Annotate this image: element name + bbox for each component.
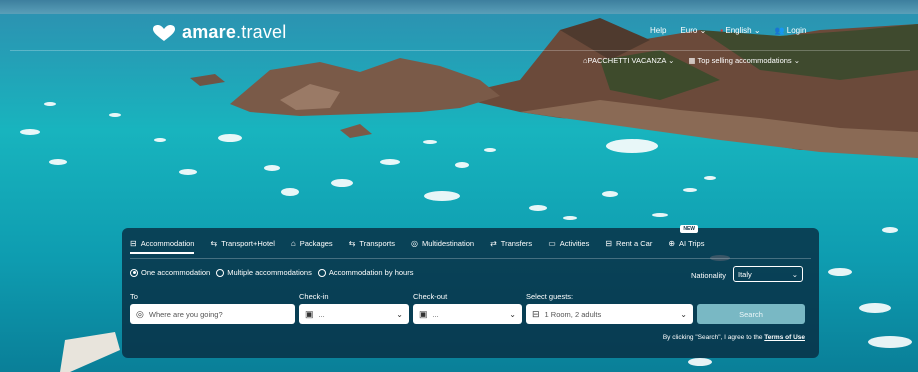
transport-hotel-icon: ⇆ bbox=[210, 238, 218, 248]
chevron-down-icon: ⌄ bbox=[699, 26, 707, 35]
radio-one-accommodation[interactable]: One accommodation bbox=[130, 268, 210, 277]
bed-icon: ⊟ bbox=[130, 238, 137, 248]
tab-label: AI Trips bbox=[679, 238, 705, 248]
currency-selector[interactable]: Euro ⌄ bbox=[680, 26, 706, 35]
location-pin-icon: ◎ bbox=[136, 308, 144, 319]
top-nav: Help Euro ⌄ ▪ English ⌄ 👥 Login bbox=[650, 26, 806, 35]
tab-label: Transports bbox=[359, 238, 395, 248]
chevron-down-icon: ⌄ bbox=[680, 309, 687, 319]
tab-label: Packages bbox=[299, 238, 333, 248]
language-selector[interactable]: ▪ English ⌄ bbox=[720, 26, 760, 35]
checkout-label: Check-out bbox=[413, 292, 448, 301]
login-label: Login bbox=[786, 26, 807, 35]
tab-packages[interactable]: ⌂ Packages bbox=[291, 234, 333, 252]
terms-of-use-link[interactable]: Terms of Use bbox=[764, 334, 805, 341]
checkout-field[interactable]: ▣... ⌄ bbox=[413, 304, 522, 324]
calendar-icon: ▣ bbox=[419, 308, 428, 319]
radio-label: One accommodation bbox=[141, 268, 211, 277]
tab-label: Transport+Hotel bbox=[221, 238, 275, 248]
destination-input[interactable]: ◎ Where are you going? bbox=[130, 304, 295, 324]
currency-label: Euro bbox=[680, 26, 698, 35]
calendar-icon: ▣ bbox=[305, 308, 314, 319]
tab-activities[interactable]: ▭ Activities bbox=[548, 234, 589, 252]
chevron-down-icon: ⌄ bbox=[753, 26, 761, 35]
building-icon: ▦ bbox=[688, 56, 696, 65]
packages-menu[interactable]: ⌂PACCHETTI VACANZA ⌄ bbox=[583, 56, 674, 65]
chevron-down-icon: ⌄ bbox=[791, 269, 798, 279]
tab-label: Multidestination bbox=[421, 238, 475, 248]
tab-label: Accommodation bbox=[140, 238, 195, 248]
chevron-down-icon: ⌄ bbox=[793, 56, 801, 65]
search-button[interactable]: Search bbox=[697, 304, 805, 324]
search-tabs: ⊟ Accommodation ⇆ Transport+Hotel ⌂ Package… bbox=[130, 225, 720, 254]
tab-label: Rent a Car bbox=[616, 238, 653, 248]
bed-icon: ⊟ bbox=[532, 308, 540, 319]
checkin-value: ... bbox=[318, 309, 325, 319]
top-selling-menu[interactable]: ▦ Top selling accommodations ⌄ bbox=[688, 56, 800, 65]
chevron-down-icon: ⌄ bbox=[668, 56, 675, 65]
guests-field[interactable]: ⊟ 1 Room, 2 adults ⌄ bbox=[526, 304, 693, 324]
to-label: To bbox=[130, 292, 138, 301]
tab-ai-trips[interactable]: NEW ⊕ AI Trips bbox=[668, 225, 705, 252]
new-badge: NEW bbox=[680, 225, 698, 233]
radio-label: Accommodation by hours bbox=[328, 268, 414, 277]
radio-unchecked-icon bbox=[216, 268, 225, 277]
chevron-down-icon: ⌄ bbox=[509, 309, 516, 319]
tab-label: Activities bbox=[559, 238, 590, 248]
tab-label: Transfers bbox=[500, 238, 533, 248]
tab-accommodation[interactable]: ⊟ Accommodation bbox=[130, 234, 195, 254]
brand-logo[interactable]: amare.travel bbox=[152, 22, 286, 43]
tab-multidestination[interactable]: ◎ Multidestination bbox=[411, 234, 474, 252]
car-icon: ⊟ bbox=[605, 238, 613, 248]
checkin-label: Check-in bbox=[299, 292, 329, 301]
destination-placeholder: Where are you going? bbox=[148, 309, 223, 319]
checkin-field[interactable]: ▣... ⌄ bbox=[299, 304, 409, 324]
radio-unchecked-icon bbox=[317, 268, 326, 277]
terms-text: By clicking "Search", I agree to the bbox=[662, 334, 763, 341]
brand-name: amare.travel bbox=[182, 22, 287, 42]
tab-rent-a-car[interactable]: ⊟ Rent a Car bbox=[605, 234, 652, 252]
ticket-icon: ▭ bbox=[548, 238, 556, 248]
header-divider bbox=[10, 50, 910, 51]
guests-value: 1 Room, 2 adults bbox=[544, 309, 602, 319]
sub-nav: ⌂PACCHETTI VACANZA ⌄ ▦ Top selling accom… bbox=[583, 56, 800, 65]
heart-logo-icon bbox=[153, 24, 175, 41]
ai-icon: ⊕ bbox=[668, 238, 676, 248]
user-icon: 👥 bbox=[774, 26, 785, 35]
accommodation-type-options: One accommodation Multiple accommodation… bbox=[130, 268, 413, 277]
tabs-divider bbox=[130, 258, 811, 259]
pin-icon: ◎ bbox=[410, 238, 418, 248]
nationality-select[interactable]: Italy ⌄ bbox=[733, 266, 803, 282]
checkout-value: ... bbox=[432, 309, 439, 319]
search-panel: ⊟ Accommodation ⇆ Transport+Hotel ⌂ Package… bbox=[122, 225, 819, 358]
radio-multiple-accommodations[interactable]: Multiple accommodations bbox=[216, 268, 312, 277]
top-selling-label: Top selling accommodations bbox=[697, 56, 792, 65]
tab-transport-hotel[interactable]: ⇆ Transport+Hotel bbox=[210, 234, 274, 252]
tab-transfers[interactable]: ⇄ Transfers bbox=[490, 234, 532, 252]
chevron-down-icon: ⌄ bbox=[396, 309, 403, 319]
transport-icon: ⇆ bbox=[348, 238, 356, 248]
terms-notice: By clicking "Search", I agree to the Ter… bbox=[663, 334, 805, 341]
language-label: English bbox=[725, 26, 752, 35]
tab-transports[interactable]: ⇆ Transports bbox=[349, 234, 395, 252]
transfer-icon: ⇄ bbox=[490, 238, 497, 248]
package-icon: ⌂ bbox=[290, 238, 296, 248]
radio-accommodation-by-hours[interactable]: Accommodation by hours bbox=[317, 268, 414, 277]
nationality-value: Italy bbox=[738, 269, 752, 279]
uk-flag-icon: ▪ bbox=[720, 26, 724, 35]
guests-label: Select guests: bbox=[526, 292, 574, 301]
help-link[interactable]: Help bbox=[650, 26, 666, 35]
packages-label: PACCHETTI VACANZA bbox=[587, 56, 667, 65]
login-button[interactable]: 👥 Login bbox=[775, 26, 807, 35]
radio-checked-icon bbox=[130, 268, 138, 277]
radio-label: Multiple accommodations bbox=[227, 268, 312, 277]
nationality-label: Nationality bbox=[691, 271, 727, 280]
